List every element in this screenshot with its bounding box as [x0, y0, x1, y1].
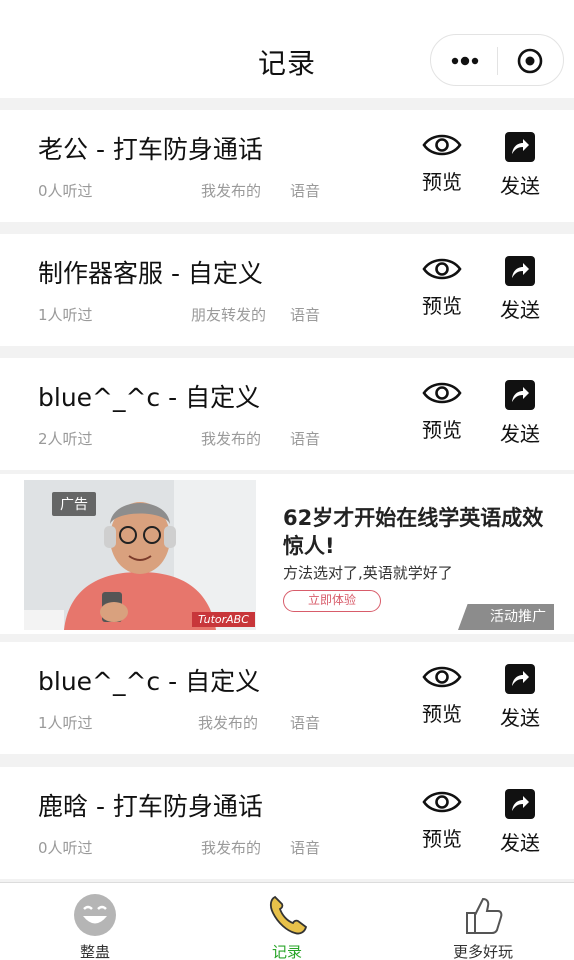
send-button[interactable]: 发送: [488, 789, 552, 869]
share-arrow-icon: [505, 789, 535, 819]
tab-more-fun[interactable]: 更多好玩: [428, 893, 538, 960]
record-heard-count: 0人听过: [38, 839, 93, 857]
eye-icon: [422, 258, 462, 280]
record-type: 语音: [290, 182, 321, 200]
send-label: 发送: [500, 422, 540, 446]
eye-icon: [422, 382, 462, 404]
share-arrow-icon: [505, 664, 535, 694]
preview-button[interactable]: 预览: [410, 256, 474, 336]
record-source: 我发布的: [201, 182, 262, 200]
eye-icon: [422, 666, 462, 688]
record-source: 朋友转发的: [191, 306, 267, 324]
preview-label: 预览: [422, 294, 462, 318]
tab-prank[interactable]: 整蛊: [40, 893, 150, 960]
tab-label: 更多好玩: [452, 943, 513, 960]
record-heard-count: 2人听过: [38, 430, 93, 448]
capsule-divider: [497, 47, 498, 75]
share-arrow-icon: [505, 256, 535, 286]
preview-button[interactable]: 预览: [410, 380, 474, 460]
record-name: blue^_^c - 自定义: [38, 383, 261, 412]
preview-label: 预览: [422, 418, 462, 442]
record-type: 语音: [290, 430, 321, 448]
ad-brand-label: TutorABC: [192, 612, 255, 627]
preview-label: 预览: [422, 827, 462, 851]
close-miniprogram-icon[interactable]: [516, 47, 544, 75]
send-button[interactable]: 发送: [488, 132, 552, 212]
record-heard-count: 0人听过: [38, 182, 93, 200]
ad-promo-label: 活动推广: [458, 604, 554, 630]
record-heard-count: 1人听过: [38, 714, 93, 732]
send-button[interactable]: 发送: [488, 664, 552, 744]
record-source: 我发布的: [198, 714, 259, 732]
send-label: 发送: [500, 831, 540, 855]
record-type: 语音: [290, 306, 321, 324]
share-arrow-icon: [505, 132, 535, 162]
record-card[interactable]: 制作器客服 - 自定义 1人听过 朋友转发的 语音 预览 发送: [0, 234, 574, 346]
smile-face-icon: [74, 894, 116, 936]
record-type: 语音: [290, 839, 321, 857]
preview-label: 预览: [422, 170, 462, 194]
send-label: 发送: [500, 706, 540, 730]
more-options-icon[interactable]: [451, 51, 483, 71]
eye-icon: [422, 791, 462, 813]
tab-records[interactable]: 记录: [232, 893, 342, 960]
send-label: 发送: [500, 174, 540, 198]
preview-button[interactable]: 预览: [410, 664, 474, 744]
ad-photo: 广告 TutorABC: [24, 480, 256, 630]
bottom-tab-bar: 整蛊 记录 更多好玩: [0, 882, 574, 960]
ad-banner[interactable]: 广告 TutorABC 62岁才开始在线学英语成效惊人! 方法选对了,英语就学好…: [0, 474, 574, 634]
record-name: 制作器客服 - 自定义: [38, 259, 263, 288]
thumbs-up-icon: [466, 897, 503, 934]
tab-label: 整蛊: [79, 943, 110, 960]
preview-button[interactable]: 预览: [410, 789, 474, 869]
ad-subtitle: 方法选对了,英语就学好了: [283, 564, 453, 582]
send-button[interactable]: 发送: [488, 256, 552, 336]
ad-headline: 62岁才开始在线学英语成效惊人!: [283, 506, 544, 558]
record-heard-count: 1人听过: [38, 306, 93, 324]
record-type: 语音: [290, 714, 321, 732]
record-source: 我发布的: [201, 430, 262, 448]
send-button[interactable]: 发送: [488, 380, 552, 460]
record-card[interactable]: blue^_^c - 自定义 1人听过 我发布的 语音 预览 发送: [0, 642, 574, 754]
record-name: 鹿晗 - 打车防身通话: [38, 792, 263, 821]
eye-icon: [422, 134, 462, 156]
record-card[interactable]: 老公 - 打车防身通话 0人听过 我发布的 语音 预览 发送: [0, 110, 574, 222]
tab-label: 记录: [271, 943, 302, 960]
menu-capsule: [430, 34, 564, 86]
record-name: 老公 - 打车防身通话: [38, 135, 263, 164]
ad-tag: 广告: [52, 492, 96, 516]
record-card[interactable]: 鹿晗 - 打车防身通话 0人听过 我发布的 语音 预览 发送: [0, 767, 574, 879]
phone-icon: [269, 895, 308, 935]
record-name: blue^_^c - 自定义: [38, 667, 261, 696]
send-label: 发送: [500, 298, 540, 322]
record-source: 我发布的: [201, 839, 262, 857]
record-card[interactable]: blue^_^c - 自定义 2人听过 我发布的 语音 预览 发送: [0, 358, 574, 470]
preview-label: 预览: [422, 702, 462, 726]
nav-header: 记录: [0, 0, 574, 98]
share-arrow-icon: [505, 380, 535, 410]
preview-button[interactable]: 预览: [410, 132, 474, 212]
ad-cta-button[interactable]: 立即体验: [283, 590, 381, 612]
